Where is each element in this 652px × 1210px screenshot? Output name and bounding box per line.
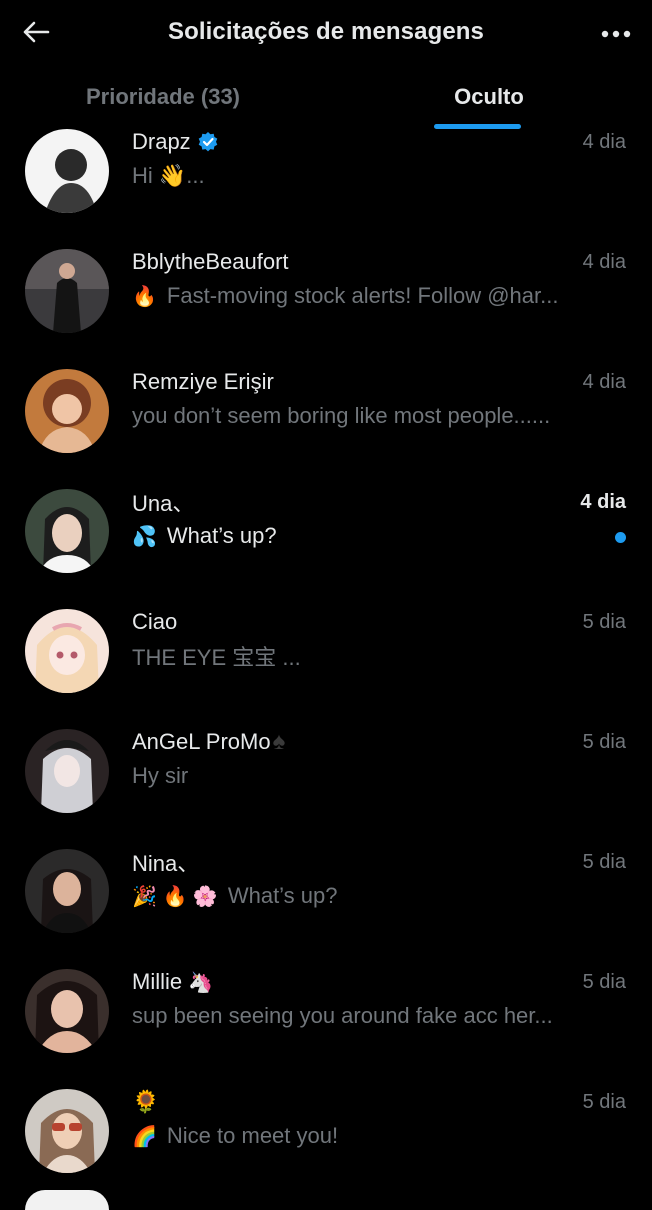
message-preview: What’s up? [166, 523, 277, 548]
list-item[interactable]: Remziye Erişir 4 dia you don’t seem bori… [0, 360, 652, 480]
avatar[interactable] [25, 489, 109, 573]
list-item[interactable]: BblytheBeaufort 4 dia 🔥 Fast-moving stoc… [0, 240, 652, 360]
message-preview: Hi 👋... [132, 163, 205, 188]
rainbow-emoji-icon: 🌈 [132, 1125, 157, 1148]
list-item[interactable]: Drapz 4 dia Hi 👋... [0, 120, 652, 240]
sender-name: Nina、 [132, 851, 200, 876]
list-item[interactable]: 🌻 5 dia 🌈 Nice to meet you! [0, 1080, 652, 1200]
sender-name: Ciao [132, 609, 178, 634]
timestamp: 5 dia [582, 970, 626, 993]
verified-badge-icon [197, 131, 219, 153]
message-preview: you don’t seem boring like most people..… [132, 403, 551, 428]
top-bar: Solicitações de mensagens [0, 0, 652, 64]
timestamp: 4 dia [580, 490, 626, 513]
unread-indicator [615, 532, 626, 543]
more-horizontal-icon [601, 25, 631, 43]
avatar[interactable] [25, 1190, 109, 1210]
list-item[interactable]: Ciao 5 dia THE EYE 宝宝 ... [0, 600, 652, 720]
avatar[interactable] [25, 369, 109, 453]
timestamp: 5 dia [582, 850, 626, 873]
message-preview: Fast-moving stock alerts! Follow @har... [166, 283, 559, 308]
timestamp: 4 dia [582, 370, 626, 393]
avatar[interactable] [25, 609, 109, 693]
sunflower-emoji-icon: 🌻 [132, 1089, 160, 1114]
sweat-droplets-emoji-icon: 💦 [132, 525, 157, 548]
avatar[interactable] [25, 1089, 109, 1173]
message-preview: THE EYE 宝宝 ... [132, 645, 301, 670]
list-item[interactable]: Nina、 5 dia 🎉 🔥 🌸 What’s up? [0, 840, 652, 960]
sender-name: Remziye Erişir [132, 369, 274, 394]
sender-name: Una、 [132, 491, 195, 516]
timestamp: 4 dia [582, 130, 626, 153]
message-preview: Nice to meet you! [166, 1123, 339, 1148]
avatar[interactable] [25, 969, 109, 1053]
avatar[interactable] [25, 849, 109, 933]
party-fire-flower-emoji-icon: 🎉 🔥 🌸 [132, 885, 218, 908]
page-title: Solicitações de mensagens [168, 18, 484, 45]
list-item[interactable]: Millie 🦄 5 dia sup been seeing you aroun… [0, 960, 652, 1080]
sender-name: BblytheBeaufort [132, 249, 289, 274]
timestamp: 5 dia [582, 1090, 626, 1113]
fire-emoji-icon: 🔥 [132, 285, 157, 308]
sender-name: Millie [132, 969, 183, 994]
sender-name: Drapz [132, 129, 191, 154]
list-item[interactable]: Una、 4 dia 💦 What’s up? [0, 480, 652, 600]
list-item[interactable]: AnGeL ProMo ♠ 5 dia Hy sir [0, 720, 652, 840]
unicorn-emoji-icon: 🦄 [188, 971, 214, 994]
avatar[interactable] [25, 249, 109, 333]
sender-name: AnGeL ProMo [132, 729, 271, 754]
message-preview: sup been seeing you around fake acc her.… [132, 1003, 553, 1028]
avatar[interactable] [25, 129, 109, 213]
timestamp: 4 dia [582, 250, 626, 273]
message-preview: Hy sir [132, 763, 189, 788]
more-options-button[interactable] [594, 14, 638, 54]
timestamp: 5 dia [582, 730, 626, 753]
timestamp: 5 dia [582, 610, 626, 633]
message-preview: What’s up? [227, 883, 338, 908]
avatar[interactable] [25, 729, 109, 813]
spade-icon: ♠ [272, 728, 286, 755]
